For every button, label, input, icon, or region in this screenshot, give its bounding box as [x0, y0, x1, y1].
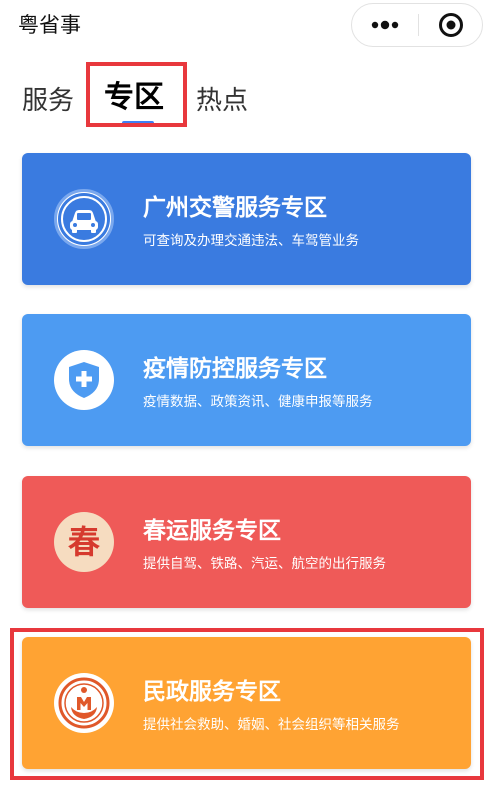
- tab-highlight-box: [86, 62, 187, 127]
- card-traffic-police[interactable]: 广州交警服务专区 可查询及办理交通违法、车驾管业务: [22, 153, 471, 285]
- shield-plus-icon: [69, 362, 99, 398]
- card-subtitle: 提供自驾、铁路、汽运、航空的出行服务: [143, 556, 386, 572]
- card-highlight-box: [10, 628, 484, 780]
- more-button[interactable]: [352, 4, 418, 46]
- spring-icon: 春: [54, 512, 114, 572]
- mini-program-capsule: [351, 3, 483, 47]
- tab-hot[interactable]: 热点: [196, 84, 248, 118]
- shield-icon-circle: [54, 350, 114, 410]
- card-subtitle: 疫情数据、政策资讯、健康申报等服务: [143, 394, 373, 410]
- card-epidemic-prevention[interactable]: 疫情防控服务专区 疫情数据、政策资讯、健康申报等服务: [22, 314, 471, 446]
- card-title: 广州交警服务专区: [143, 195, 327, 221]
- card-spring-festival-travel[interactable]: 春 春运服务专区 提供自驾、铁路、汽运、航空的出行服务: [22, 476, 471, 608]
- more-dots-icon: [371, 20, 399, 30]
- app-title: 粤省事: [18, 13, 81, 37]
- page: 粤省事 服务 专区 热点 广州交警服务专区 可查询及办理交通违法、车驾管业务 疫…: [0, 0, 494, 798]
- close-button[interactable]: [419, 4, 483, 46]
- target-close-icon: [439, 13, 463, 37]
- card-title: 春运服务专区: [143, 518, 281, 544]
- car-icon: [58, 193, 110, 245]
- card-subtitle: 可查询及办理交通违法、车驾管业务: [143, 233, 359, 249]
- card-title: 疫情防控服务专区: [143, 356, 327, 382]
- car-icon-circle: [54, 189, 114, 249]
- spring-icon-text: 春: [67, 523, 100, 561]
- tab-services[interactable]: 服务: [22, 84, 74, 118]
